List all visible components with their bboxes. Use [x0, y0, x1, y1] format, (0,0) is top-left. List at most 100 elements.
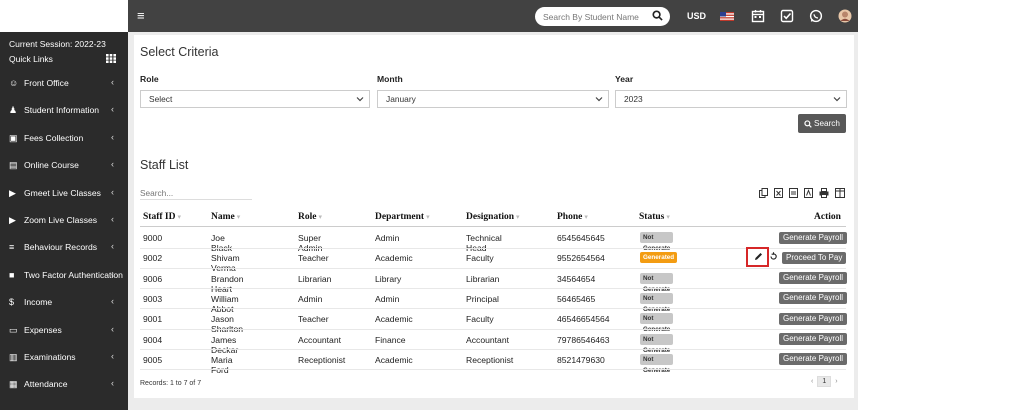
student-search-input[interactable] [543, 11, 643, 22]
column-header-department[interactable]: Department ▾ [375, 212, 430, 222]
sidebar-item-label: Attendance [24, 379, 68, 390]
copy-icon[interactable] [759, 188, 768, 198]
column-header-name[interactable]: Name ▾ [211, 212, 240, 222]
role-select[interactable]: Select [140, 90, 370, 108]
cell-dept: Admin [375, 293, 400, 304]
sort-icon[interactable]: ▾ [516, 213, 520, 221]
records-count: Records: 1 to 7 of 7 [140, 380, 202, 387]
cell-dept: Academic [375, 354, 413, 365]
checkbox-icon[interactable] [780, 9, 794, 23]
revert-icon[interactable] [769, 252, 778, 263]
status-badge: Not Generate [640, 333, 674, 354]
sidebar-item-label: Two Factor Authentication [24, 269, 123, 280]
column-header-action[interactable]: Action [814, 212, 841, 222]
proceed-to-pay-button[interactable]: Proceed To Pay [782, 251, 847, 264]
generate-payroll-button[interactable]: Generate Payroll [779, 312, 848, 325]
flag-icon[interactable] [720, 9, 734, 23]
sidebar-item-label: Zoom Live Classes [24, 215, 98, 225]
column-header-label: Role [298, 212, 317, 222]
menu-icon[interactable]: ≡ [137, 9, 145, 22]
header-divider [140, 226, 846, 227]
column-header-role[interactable]: Role ▾ [298, 212, 322, 222]
sidebar-item-student-information[interactable]: ♟ Student Information ‹ [0, 97, 128, 123]
row-divider [140, 308, 846, 310]
search-icon [804, 119, 812, 128]
sidebar-item-online-course[interactable]: ▤ Online Course ‹ [0, 152, 128, 178]
cell-dept: Finance [375, 334, 406, 345]
cell-id: 9005 [143, 354, 163, 365]
cell-role: Accountant [298, 334, 341, 345]
chevron-left-icon: ‹ [111, 131, 114, 142]
sort-icon[interactable]: ▾ [584, 213, 588, 221]
top-navbar: ≡ USD [128, 0, 858, 32]
month-select-value: January [386, 94, 416, 104]
next-page-button[interactable]: › [835, 378, 837, 385]
print-icon[interactable] [819, 188, 829, 198]
grid-icon[interactable] [106, 54, 116, 63]
columns-icon[interactable] [835, 188, 845, 198]
column-header-label: Designation [466, 212, 515, 222]
sidebar-item-behaviour-records[interactable]: ≡ Behaviour Records ‹ [0, 234, 128, 260]
generate-payroll-button[interactable]: Generate Payroll [779, 333, 848, 345]
generate-payroll-button[interactable]: Generate Payroll [779, 231, 848, 244]
sidebar-item-income[interactable]: $ Income ‹ [0, 289, 128, 315]
cell-phone: 34564654 [557, 273, 596, 284]
row-divider [140, 328, 846, 330]
generate-payroll-button[interactable]: Generate Payroll [779, 353, 848, 366]
cell-phone: 46546654564 [557, 314, 610, 325]
sidebar-item-expenses[interactable]: ▭ Expenses ‹ [0, 317, 128, 343]
search-icon[interactable] [652, 10, 663, 21]
chevron-left-icon: ‹ [111, 214, 114, 224]
search-button[interactable]: Search [798, 114, 846, 133]
quick-links-label[interactable]: Quick Links [9, 54, 53, 64]
excel-icon[interactable] [774, 188, 783, 198]
sort-icon[interactable]: ▾ [666, 213, 670, 221]
column-header-status[interactable]: Status ▾ [639, 212, 670, 222]
cell-desig: Faculty [466, 253, 494, 264]
page-1-button[interactable]: 1 [817, 376, 832, 387]
sidebar-item-zoom-live-classes[interactable]: ▶ Zoom Live Classes ‹ [0, 207, 128, 233]
column-header-staff-id[interactable]: Staff ID ▾ [143, 212, 181, 222]
sort-icon[interactable]: ▾ [237, 213, 241, 221]
sort-icon[interactable]: ▾ [426, 213, 430, 221]
cell-phone: 8521479630 [557, 354, 605, 365]
sidebar-item-gmeet-live-classes[interactable]: ▶ Gmeet Live Classes ‹ [0, 180, 128, 206]
sidebar-item-front-office[interactable]: ☺ Front Office ‹ [0, 70, 128, 96]
cell-desig: Librarian [466, 273, 500, 284]
calendar-icon[interactable] [751, 9, 765, 23]
column-header-designation[interactable]: Designation ▾ [466, 212, 520, 222]
map-icon: ▥ [9, 352, 18, 362]
prev-page-button[interactable]: ‹ [811, 378, 813, 385]
cell-dept: Academic [375, 253, 413, 264]
currency-selector[interactable]: USD [687, 11, 706, 21]
column-header-label: Phone [557, 212, 583, 222]
sidebar: Current Session: 2022-23 Quick Links ☺ Fr… [0, 32, 128, 410]
month-label: Month [377, 74, 403, 84]
pdf-icon[interactable] [804, 188, 813, 198]
cell-role: Teacher [298, 314, 329, 325]
course-icon: ▤ [9, 160, 18, 171]
sidebar-item-two-factor-authentication[interactable]: ■ Two Factor Authentication ‹ [0, 262, 128, 288]
generate-payroll-button[interactable]: Generate Payroll [779, 272, 848, 285]
staff-search-input[interactable] [140, 186, 252, 200]
sort-icon[interactable]: ▾ [177, 213, 181, 221]
month-select[interactable]: January [377, 90, 609, 108]
chevron-left-icon: ‹ [111, 323, 114, 334]
video-icon: ▶ [9, 187, 16, 198]
sidebar-item-fees-collection[interactable]: ▣ Fees Collection ‹ [0, 125, 128, 151]
cell-id: 9000 [143, 233, 163, 243]
cell-dept: Academic [375, 314, 413, 325]
whatsapp-icon[interactable] [809, 9, 823, 23]
chevron-left-icon: ‹ [111, 186, 114, 197]
year-select[interactable]: 2023 [615, 90, 847, 108]
highlight-box [746, 247, 769, 267]
sidebar-item-attendance[interactable]: ▦ Attendance ‹ [0, 371, 128, 397]
column-header-phone[interactable]: Phone ▾ [557, 212, 588, 222]
avatar[interactable] [838, 9, 852, 23]
behaviour-icon: ≡ [9, 242, 15, 253]
sidebar-item-examinations[interactable]: ▥ Examinations ‹ [0, 344, 128, 370]
sort-icon[interactable]: ▾ [318, 213, 322, 221]
csv-icon[interactable] [789, 188, 798, 198]
cell-phone: 79786546463 [557, 334, 610, 345]
generate-payroll-button[interactable]: Generate Payroll [779, 292, 848, 305]
